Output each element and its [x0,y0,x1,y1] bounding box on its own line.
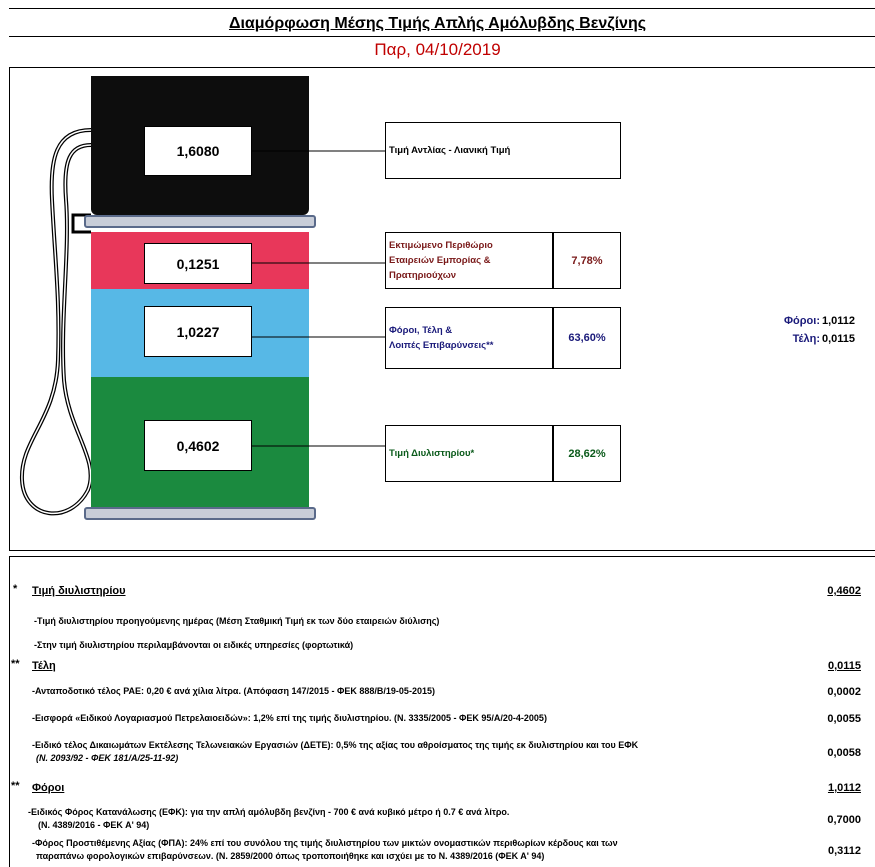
tax-row-text: -Φόρος Προστιθέμενης Αξίας (ΦΠΑ): 24% επ… [32,838,618,848]
fee-row-text-2: (Ν. 2093/92 - ΦΕΚ 181/Α/25-11-92) [36,753,179,763]
refinery-section-value: 0,4602 [827,585,861,597]
side-taxes-value: 1,0112 [822,315,856,327]
fees-section-title: Τέλη [32,660,56,672]
fee-row-value: 0,0058 [827,747,861,759]
taxes-star: ** [11,780,20,792]
refinery-section-title: Τιμή διυλιστηρίου [32,585,126,597]
fees-star: ** [11,658,20,670]
fee-row-text: -Ανταποδοτικό τέλος ΡΑΕ: 0,20 € ανά χίλι… [32,686,435,696]
tax-row-text-2: (Ν. 4389/2016 - ΦΕΚ Α' 94) [38,820,150,830]
fee-row-value: 0,0055 [827,713,861,725]
tax-row-text-2: παραπάνω φορολογικών επιβαρύνσεων. (Ν. 2… [36,851,545,861]
side-taxes-label: Φόροι: [784,315,820,327]
taxes-section-title: Φόροι [32,782,65,794]
side-fees-value: 0,0115 [822,333,856,345]
fee-row-text: -Εισφορά «Ειδικού Λογαριασμού Πετρελαιοε… [32,713,547,723]
fees-section-value: 0,0115 [827,660,861,672]
fee-row-text: -Ειδικό τέλος Δικαιωμάτων Εκτέλεσης Τελω… [32,740,639,750]
taxes-section-value: 1,0112 [827,782,861,794]
fee-row-value: 0,0002 [827,686,861,698]
refinery-note-2-text: -Στην τιμή διυλιστηρίου περιλαμβάνονται … [34,640,354,650]
refinery-star: * [13,583,18,595]
connector-lines [252,150,385,447]
tax-row-value: 0,7000 [827,814,861,826]
tax-row-value: 0,3112 [827,845,861,857]
refinery-note-1-text: -Τιμή διυλιστηρίου προηγούμενης ημέρας (… [34,616,440,626]
tax-row-text: -Ειδικός Φόρος Κατανάλωσης (ΕΦΚ): για τη… [28,807,510,817]
side-fees-label: Τέλη: [792,333,820,345]
